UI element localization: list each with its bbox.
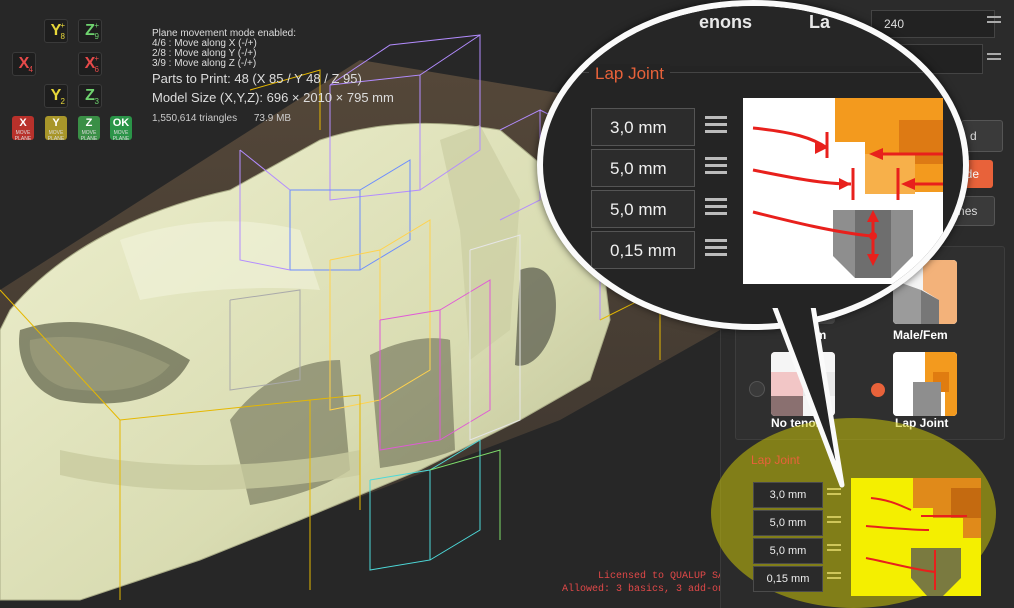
model-size: Model Size (X,Y,Z): 696 × 2010 × 795 mm — [152, 90, 394, 105]
male-female-label: Male/Fem — [893, 328, 948, 342]
magnifier-header — [543, 6, 963, 66]
magnifier-value-3: 5,0 mm — [591, 190, 695, 228]
move-z-minus-button[interactable]: Z3 — [78, 84, 102, 108]
magnifier-callout: enons La Lap Joint 3,0 mm 5,0 mm 5,0 mm … — [537, 0, 969, 330]
magnifier-header-text-2: La — [809, 12, 831, 32]
license-line: Licensed to QUALUP SAS — [597, 571, 730, 582]
lap-joint-value-3[interactable]: 5,0 mm — [753, 538, 823, 564]
value-4-handle[interactable] — [827, 572, 841, 584]
magnifier-handle-3 — [705, 198, 727, 219]
magnifier-section-title: Lap Joint — [589, 64, 670, 84]
magnifier-handle-4 — [705, 239, 727, 260]
lap-joint-image[interactable] — [893, 352, 957, 416]
move-y-minus-button[interactable]: Y2 — [44, 84, 68, 108]
move-x-plus-button[interactable]: X +6 — [78, 52, 102, 76]
magnifier-value-1: 3,0 mm — [591, 108, 695, 146]
license-info: Licensed to QUALUP SAS Allowed: 3 basics… — [560, 570, 730, 596]
allowed-line: Allowed: 3 basics, 3 add-ons — [561, 584, 730, 595]
memory-usage: 73.9 MB — [253, 113, 292, 124]
parts-to-print: Parts to Print: 48 (X 85 / Y 48 / Z 95) — [152, 71, 362, 86]
top-value-handle[interactable] — [987, 16, 1001, 28]
move-z-hint: 3/9 : Move along Z (-/+) — [152, 58, 257, 69]
magnifier-header-text: enons — [699, 12, 753, 32]
move-x-minus-button[interactable]: X4 — [12, 52, 36, 76]
car-front-bumper-model — [0, 122, 611, 601]
magnifier-value-2: 5,0 mm — [591, 149, 695, 187]
lap-joint-value-4[interactable]: 0,15 mm — [753, 566, 823, 592]
lap-joint-diagram-small — [851, 478, 981, 596]
magnifier-value-4: 0,15 mm — [591, 231, 695, 269]
magnifier-handle-1 — [705, 116, 727, 137]
model-stats: 1,550,614 triangles 73.9 MB — [152, 113, 305, 124]
confirm-plane-button[interactable]: OK MOVE PLANE — [110, 116, 132, 142]
lap-joint-radio[interactable] — [871, 383, 885, 397]
move-y-plus-button[interactable]: Y +8 — [44, 19, 68, 43]
move-z-plus-button[interactable]: Z +9 — [78, 19, 102, 43]
lap-joint-value-2[interactable]: 5,0 mm — [753, 510, 823, 536]
move-plane-x-button[interactable]: X MOVE PLANE — [12, 116, 34, 142]
move-plane-y-button[interactable]: Y MOVE PLANE — [45, 116, 67, 142]
value-3-handle[interactable] — [827, 544, 841, 556]
magnifier-handle-2 — [705, 157, 727, 178]
triangle-count: 1,550,614 triangles — [152, 113, 238, 124]
second-value-handle[interactable] — [987, 53, 1001, 65]
lap-joint-diagram-large — [743, 98, 943, 284]
move-plane-z-button[interactable]: Z MOVE PLANE — [78, 116, 100, 142]
plane-info-overlay: Plane movement mode enabled: 4/6 : Move … — [152, 29, 394, 107]
magnifier-pointer — [765, 300, 845, 488]
value-2-handle[interactable] — [827, 516, 841, 528]
